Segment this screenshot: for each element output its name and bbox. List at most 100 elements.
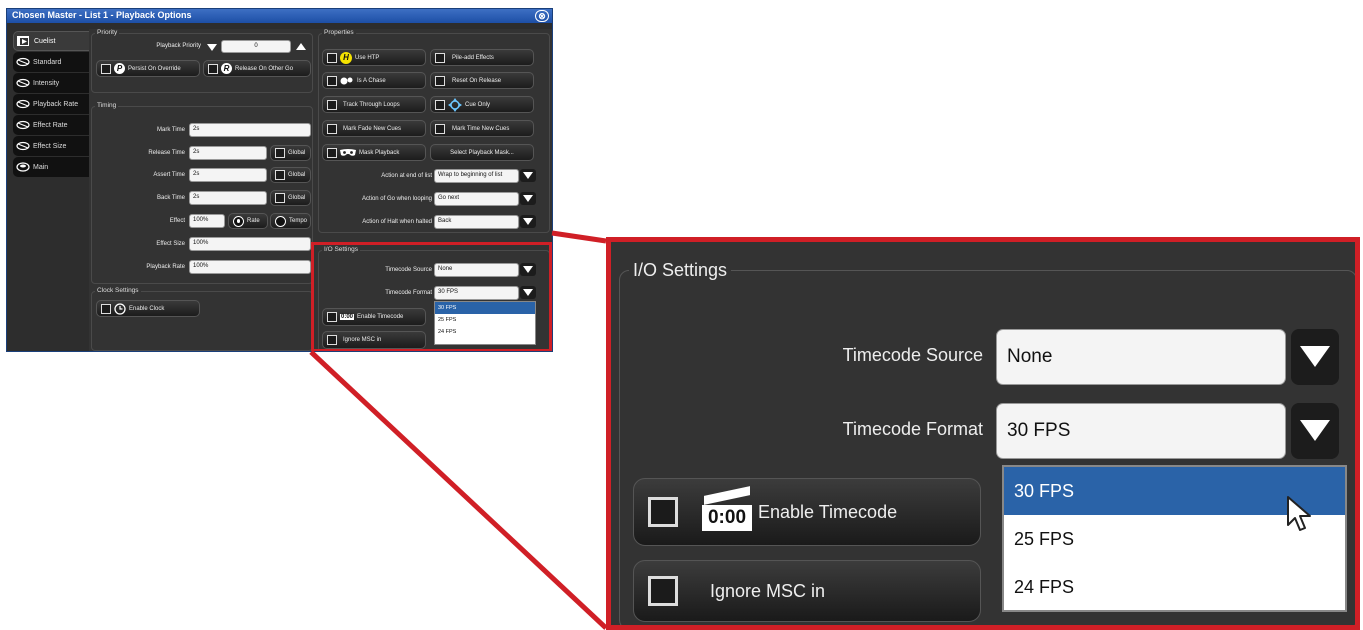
playback-priority-field[interactable]: 0 xyxy=(221,40,291,53)
pile-add-checkbox[interactable] xyxy=(435,52,445,63)
release-on-other-go-toggle[interactable]: R Release On Other Go xyxy=(203,60,311,77)
reset-on-release-checkbox[interactable] xyxy=(435,75,445,86)
is-a-chase-checkbox[interactable] xyxy=(327,75,337,86)
rate-label: Rate xyxy=(247,218,260,224)
tempo-radio-option[interactable]: Tempo xyxy=(270,213,311,229)
zoom-timecode-source-label: Timecode Source xyxy=(842,345,983,365)
tab-intensity[interactable]: Intensity xyxy=(13,73,89,93)
global-checkbox[interactable] xyxy=(275,148,285,158)
zoom-timecode-source-select[interactable]: None xyxy=(996,329,1286,385)
chevron-down-icon[interactable] xyxy=(520,192,536,205)
pile-add-effects-toggle[interactable]: Pile-add Effects xyxy=(430,49,534,66)
is-a-chase-toggle[interactable]: Is A Chase xyxy=(322,72,426,89)
playback-priority-label: Playback Priority xyxy=(156,43,201,49)
use-htp-label: Use HTP xyxy=(355,54,380,61)
global-checkbox[interactable] xyxy=(275,193,285,203)
cue-only-checkbox[interactable] xyxy=(435,99,445,110)
window-title: Chosen Master - List 1 - Playback Option… xyxy=(12,10,192,20)
zoom-ignore-msc-toggle[interactable]: Ignore MSC in xyxy=(633,560,981,622)
zoom-timecode-format-label: Timecode Format xyxy=(842,419,983,439)
tempo-radio[interactable] xyxy=(275,215,286,227)
action-end-select[interactable]: Wrap to beginning of list xyxy=(434,169,519,183)
tab-label: Main xyxy=(33,163,49,171)
back-time-field[interactable]: 2s xyxy=(189,191,267,205)
tab-standard[interactable]: Standard xyxy=(13,52,89,72)
cuelist-icon xyxy=(17,36,29,46)
dropdown-option[interactable]: 24 FPS xyxy=(1004,563,1345,611)
tempo-label: Tempo xyxy=(289,218,308,224)
release-time-global-toggle[interactable]: Global xyxy=(270,145,311,161)
priority-decrement-button[interactable] xyxy=(205,41,218,54)
enable-clock-label: Enable Clock xyxy=(129,305,165,312)
enable-clock-toggle[interactable]: Enable Clock xyxy=(96,300,200,317)
chevron-down-icon[interactable] xyxy=(520,215,536,228)
action-halt-select[interactable]: Back xyxy=(434,215,519,229)
persist-checkbox[interactable] xyxy=(101,63,111,74)
tab-label: Intensity xyxy=(33,79,60,87)
mark-time-label: Mark Time xyxy=(156,127,185,133)
chevron-down-icon[interactable] xyxy=(1291,403,1339,459)
playback-options-window: Chosen Master - List 1 - Playback Option… xyxy=(6,8,553,352)
action-halt-label: Action of Halt when halted xyxy=(362,219,432,225)
chevron-down-icon[interactable] xyxy=(520,169,536,182)
track-through-loops-checkbox[interactable] xyxy=(327,99,337,110)
mark-time-new-cues-toggle[interactable]: Mark Time New Cues xyxy=(430,120,534,137)
zoom-enable-timecode-toggle[interactable]: 0:00 Enable Timecode xyxy=(633,478,981,546)
fader-icon xyxy=(16,141,30,151)
tab-cuelist[interactable]: Cuelist xyxy=(13,31,89,51)
assert-time-global-toggle[interactable]: Global xyxy=(270,167,311,183)
use-htp-checkbox[interactable] xyxy=(327,52,337,63)
assert-time-label: Assert Time xyxy=(153,172,185,178)
timing-group-title: Timing xyxy=(95,102,119,109)
select-playback-mask-button[interactable]: Select Playback Mask... xyxy=(430,144,534,161)
tab-effect-rate[interactable]: Effect Rate xyxy=(13,115,89,135)
release-time-field[interactable]: 2s xyxy=(189,146,267,160)
mark-fade-checkbox[interactable] xyxy=(327,123,337,134)
persist-on-override-toggle[interactable]: P Persist On Override xyxy=(96,60,200,77)
is-a-chase-label: Is A Chase xyxy=(357,77,386,84)
tab-playback-rate[interactable]: Playback Rate xyxy=(13,94,89,114)
select-playback-mask-label: Select Playback Mask... xyxy=(450,149,514,156)
rate-radio-option[interactable]: Rate xyxy=(228,213,268,229)
effect-field[interactable]: 100% xyxy=(189,214,225,228)
chevron-down-icon[interactable] xyxy=(1291,329,1339,385)
back-time-global-toggle[interactable]: Global xyxy=(270,190,311,206)
zoom-ignore-msc-checkbox[interactable] xyxy=(648,576,678,606)
enable-clock-checkbox[interactable] xyxy=(101,303,111,314)
main-icon xyxy=(16,162,30,172)
mask-playback-toggle[interactable]: Mask Playback xyxy=(322,144,426,161)
mask-playback-checkbox[interactable] xyxy=(327,147,337,158)
zoom-callout: I/O Settings Timecode Source None Timeco… xyxy=(606,237,1360,630)
use-htp-toggle[interactable]: H Use HTP xyxy=(322,49,426,66)
global-checkbox[interactable] xyxy=(275,170,285,180)
priority-increment-button[interactable] xyxy=(294,40,307,53)
zoomed-io-settings: I/O Settings Timecode Source None Timeco… xyxy=(611,242,1355,625)
mask-playback-label: Mask Playback xyxy=(359,149,400,156)
effect-size-field[interactable]: 100% xyxy=(189,237,311,251)
zoom-timecode-format-select[interactable]: 30 FPS xyxy=(996,403,1286,459)
release-checkbox[interactable] xyxy=(208,63,218,74)
timecode-clapper-icon: 0:00 xyxy=(702,486,752,533)
reset-on-release-toggle[interactable]: Reset On Release xyxy=(430,72,534,89)
global-label: Global xyxy=(288,150,306,156)
mark-time-field[interactable]: 2s xyxy=(189,123,311,137)
playback-rate-field[interactable]: 100% xyxy=(189,260,311,274)
zoom-enable-timecode-label: Enable Timecode xyxy=(758,501,898,522)
content-panel: Priority Playback Priority 0 P Persist O… xyxy=(89,29,552,351)
tab-main[interactable]: Main xyxy=(13,157,89,177)
mark-fade-new-cues-toggle[interactable]: Mark Fade New Cues xyxy=(322,120,426,137)
assert-time-field[interactable]: 2s xyxy=(189,168,267,182)
track-through-loops-toggle[interactable]: Track Through Loops xyxy=(322,96,426,113)
close-icon[interactable]: ⊗ xyxy=(535,10,549,22)
cue-only-toggle[interactable]: Cue Only xyxy=(430,96,534,113)
action-go-select[interactable]: Go next xyxy=(434,192,519,206)
tab-effect-size[interactable]: Effect Size xyxy=(13,136,89,156)
rate-radio[interactable] xyxy=(233,215,244,227)
mark-time-checkbox[interactable] xyxy=(435,123,445,134)
tab-label: Effect Rate xyxy=(33,121,68,129)
reset-on-release-label: Reset On Release xyxy=(452,77,502,84)
title-bar: Chosen Master - List 1 - Playback Option… xyxy=(7,9,552,23)
track-through-loops-label: Track Through Loops xyxy=(343,101,400,108)
mark-time-new-label: Mark Time New Cues xyxy=(452,125,510,132)
zoom-enable-timecode-checkbox[interactable] xyxy=(648,497,678,527)
